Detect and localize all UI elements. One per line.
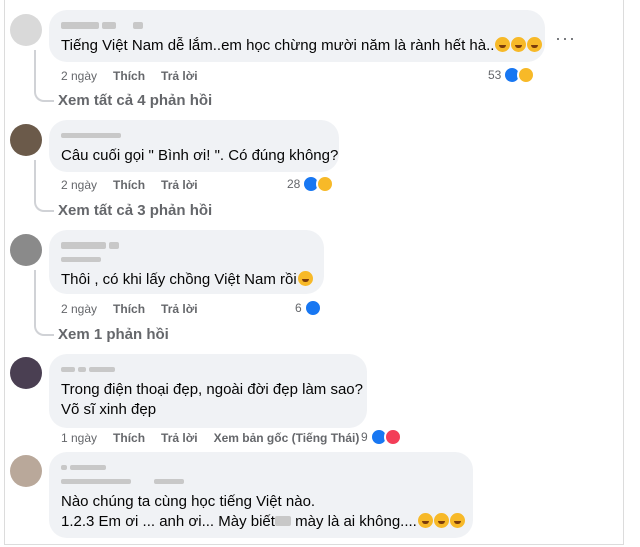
astonished-emoji-icon [417,513,433,528]
comment-bubble: Câu cuối gọi " Bình ơi! ". Có đúng không… [49,120,339,172]
like-button[interactable]: Thích [113,302,145,316]
commenter-name-redacted[interactable] [61,362,355,376]
reaction-count: 28 [287,177,301,191]
laughing-emoji-icon [495,37,511,52]
comment-text: Thôi , có khi lấy chồng Việt Nam rồi [61,271,297,288]
haha-reaction-icon [316,175,335,193]
avatar[interactable] [10,124,42,156]
view-replies-link[interactable]: Xem tất cả 3 phản hồi [58,202,212,219]
more-options-icon[interactable]: ··· [555,28,576,49]
comment-bubble: Tiếng Việt Nam dễ lắm..em học chừng mười… [49,10,545,62]
laughing-emoji-icon [527,37,543,52]
commenter-name-redacted[interactable] [61,460,461,474]
commenter-name-redacted [61,474,461,488]
comment-actions: 1 ngày Thích Trả lời Xem bản gốc (Tiếng … [61,431,359,445]
comment-text: 1.2.3 Em ơi ... anh ơi... Mày biết [61,513,275,530]
redacted-word [274,516,291,526]
like-reaction-icon [303,299,322,317]
reaction-count: 6 [295,301,302,315]
comment-time[interactable]: 2 ngày [61,69,97,83]
see-original-link[interactable]: Xem bản gốc (Tiếng Thái) [214,431,360,445]
comment-text: Võ sĩ xinh đẹp [61,401,157,418]
reaction-count: 9 [361,430,368,444]
love-reaction-icon [383,428,402,446]
view-replies-link[interactable]: Xem tất cả 4 phản hồi [58,92,212,109]
comment-actions: 2 ngày Thích Trả lời [61,178,198,192]
reply-button[interactable]: Trả lời [161,178,198,192]
astonished-emoji-icon [433,513,449,528]
astonished-emoji-icon [449,513,465,528]
avatar[interactable] [10,234,42,266]
commenter-name-redacted[interactable] [61,238,312,252]
reaction-summary[interactable]: 6 [295,299,322,317]
avatar[interactable] [10,14,42,46]
reply-button[interactable]: Trả lời [161,302,198,316]
haha-reaction-icon [517,66,536,84]
view-replies-link[interactable]: Xem 1 phản hồi [58,326,169,343]
comment-text: Tiếng Việt Nam dễ lắm..em học chừng mười… [61,37,495,54]
comment-bubble: Nào chúng ta cùng học tiếng Việt nào. 1.… [49,452,473,538]
comment-time[interactable]: 1 ngày [61,431,97,445]
laughing-emoji-icon [511,37,527,52]
comment-actions: 2 ngày Thích Trả lời [61,302,198,316]
reply-button[interactable]: Trả lời [161,431,198,445]
avatar[interactable] [10,357,42,389]
comment-text: Câu cuối gọi " Bình ơi! ". Có đúng không… [61,147,339,164]
commenter-name-redacted[interactable] [61,128,327,142]
reaction-summary[interactable]: 53 [488,66,536,84]
comment-text: mày là ai không.... [290,513,417,530]
thread-line [34,50,54,102]
thread-line [34,270,54,336]
comment-bubble: Trong điện thoại đẹp, ngoài đời đẹp làm … [49,354,367,428]
commenter-name-redacted [61,252,312,266]
laughing-emoji-icon [297,271,313,286]
reply-button[interactable]: Trả lời [161,69,198,83]
commenter-name-redacted[interactable] [61,18,533,32]
comment-actions: 2 ngày Thích Trả lời [61,69,198,83]
comment-time[interactable]: 2 ngày [61,178,97,192]
comment-time[interactable]: 2 ngày [61,302,97,316]
thread-line [34,160,54,212]
reaction-summary[interactable]: 28 [287,175,335,193]
like-button[interactable]: Thích [113,178,145,192]
reaction-summary[interactable]: 9 [361,428,402,446]
avatar[interactable] [10,455,42,487]
comment-text: Nào chúng ta cùng học tiếng Việt nào. [61,493,316,510]
comment-text: Trong điện thoại đẹp, ngoài đời đẹp làm … [61,381,363,398]
like-button[interactable]: Thích [113,69,145,83]
like-button[interactable]: Thích [113,431,145,445]
reaction-count: 53 [488,68,502,82]
comment-bubble: Thôi , có khi lấy chồng Việt Nam rồi [49,230,324,294]
